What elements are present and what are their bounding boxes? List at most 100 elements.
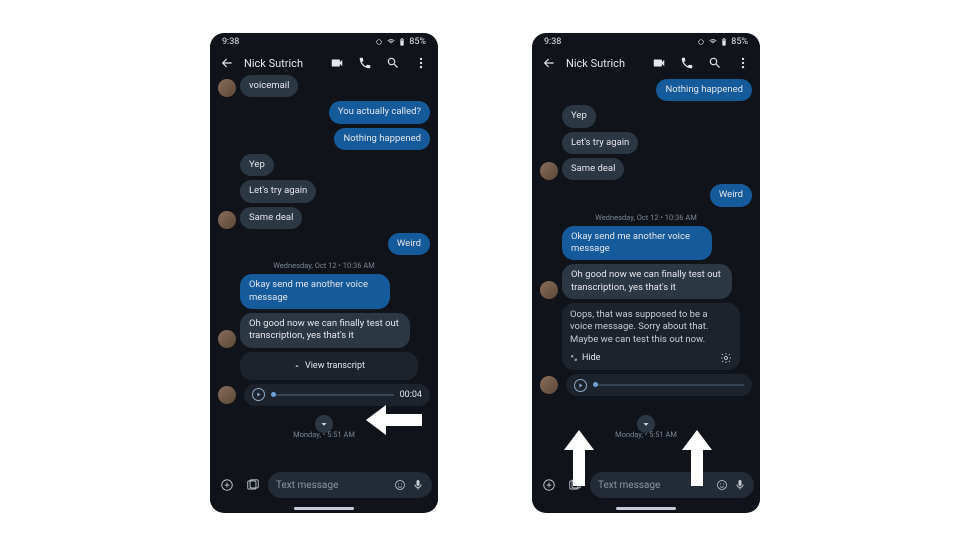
msg-row: Yep bbox=[562, 105, 752, 127]
battery-icon bbox=[399, 38, 405, 46]
composer: Text message bbox=[210, 467, 438, 503]
text-input[interactable]: Text message bbox=[268, 472, 432, 498]
hide-label: Hide bbox=[582, 353, 600, 363]
call-button[interactable] bbox=[354, 52, 376, 74]
bubble-sent[interactable]: Okay send me another voice message bbox=[240, 274, 390, 309]
arrow-down-icon bbox=[319, 419, 329, 429]
text-input[interactable]: Text message bbox=[590, 472, 754, 498]
phone-left: 9:38 85% Nick Sutrich voicemail bbox=[210, 33, 438, 513]
bubble-sent[interactable]: Weird bbox=[388, 233, 430, 255]
voice-msg[interactable]: 00:04 bbox=[244, 384, 430, 406]
voice-msg[interactable] bbox=[566, 374, 752, 396]
bubble-recv[interactable]: Oh good now we can finally test out tran… bbox=[240, 313, 410, 348]
view-transcript-label: View transcript bbox=[305, 361, 365, 371]
hide-transcript-button[interactable]: Hide bbox=[570, 353, 600, 363]
msg-row: Let's try again bbox=[240, 180, 430, 202]
mic-icon[interactable] bbox=[734, 479, 746, 491]
overflow-menu-button[interactable] bbox=[410, 52, 432, 74]
bubble-recv[interactable]: Same deal bbox=[240, 207, 302, 229]
avatar[interactable] bbox=[540, 281, 558, 299]
msg-row: Okay send me another voice message bbox=[240, 274, 430, 309]
search-button[interactable] bbox=[382, 52, 404, 74]
msg-row: Same deal bbox=[540, 158, 752, 180]
input-placeholder: Text message bbox=[276, 480, 338, 491]
clock: 9:38 bbox=[222, 37, 239, 47]
battery-pct: 85% bbox=[731, 37, 748, 47]
voice-msg-row bbox=[540, 374, 752, 396]
bubble-recv[interactable]: Let's try again bbox=[240, 180, 316, 202]
gear-icon bbox=[720, 352, 732, 364]
msg-row: voicemail bbox=[218, 75, 430, 97]
wifi-icon bbox=[387, 38, 395, 46]
timestamp: Wednesday, Oct 12 • 10:36 AM bbox=[218, 261, 430, 270]
bubble-sent[interactable]: You actually called? bbox=[329, 101, 430, 123]
play-button[interactable] bbox=[574, 379, 587, 392]
play-button[interactable] bbox=[252, 388, 265, 401]
add-button[interactable] bbox=[216, 474, 238, 496]
msg-row: Same deal bbox=[218, 207, 430, 229]
gallery-icon bbox=[246, 478, 260, 492]
theme-icon bbox=[697, 38, 705, 46]
video-call-button[interactable] bbox=[326, 52, 348, 74]
avatar[interactable] bbox=[540, 376, 558, 394]
view-transcript-button[interactable]: View transcript bbox=[248, 358, 410, 374]
call-button[interactable] bbox=[676, 52, 698, 74]
transcript-settings-button[interactable] bbox=[720, 352, 732, 364]
back-button[interactable] bbox=[216, 52, 238, 74]
avatar[interactable] bbox=[218, 79, 236, 97]
wifi-icon bbox=[709, 38, 717, 46]
mic-icon[interactable] bbox=[412, 479, 424, 491]
bubble-sent[interactable]: Nothing happened bbox=[656, 79, 752, 101]
contact-name[interactable]: Nick Sutrich bbox=[244, 57, 320, 70]
avatar[interactable] bbox=[218, 211, 236, 229]
collapse-icon bbox=[570, 354, 578, 362]
transcript-expanded: Oops, that was supposed to be a voice me… bbox=[562, 303, 740, 370]
bubble-recv[interactable]: Oh good now we can finally test out tran… bbox=[562, 264, 732, 299]
overflow-menu-button[interactable] bbox=[732, 52, 754, 74]
emoji-icon[interactable] bbox=[394, 479, 406, 491]
gallery-button[interactable] bbox=[242, 474, 264, 496]
emoji-icon[interactable] bbox=[716, 479, 728, 491]
bubble-recv[interactable]: voicemail bbox=[240, 75, 298, 97]
timestamp: Wednesday, Oct 12 • 10:36 AM bbox=[540, 213, 752, 222]
search-button[interactable] bbox=[704, 52, 726, 74]
annotation-arrow-left bbox=[366, 405, 422, 435]
battery-icon bbox=[721, 38, 727, 46]
contact-name[interactable]: Nick Sutrich bbox=[566, 57, 642, 70]
avatar[interactable] bbox=[218, 386, 236, 404]
annotation-arrow-up-right bbox=[682, 430, 712, 486]
bubble-recv[interactable]: Yep bbox=[240, 154, 274, 176]
msg-row: Oh good now we can finally test out tran… bbox=[540, 264, 752, 299]
status-icons: 85% bbox=[697, 37, 748, 47]
msg-row: Let's try again bbox=[562, 132, 752, 154]
bubble-recv[interactable]: Same deal bbox=[562, 158, 624, 180]
msg-row: Nothing happened bbox=[540, 79, 752, 101]
msg-row: Weird bbox=[218, 233, 430, 255]
msg-row: Okay send me another voice message bbox=[562, 226, 752, 261]
play-icon bbox=[577, 382, 584, 389]
plus-icon bbox=[220, 478, 234, 492]
msg-row: Oh good now we can finally test out tran… bbox=[218, 313, 430, 348]
titlebar: Nick Sutrich bbox=[532, 51, 760, 75]
bubble-recv[interactable]: Let's try again bbox=[562, 132, 638, 154]
play-icon bbox=[255, 391, 262, 398]
msg-row: Nothing happened bbox=[218, 128, 430, 150]
titlebar: Nick Sutrich bbox=[210, 51, 438, 75]
voice-track[interactable] bbox=[271, 394, 394, 396]
msg-row: Weird bbox=[540, 184, 752, 206]
bubble-sent[interactable]: Nothing happened bbox=[334, 128, 430, 150]
voice-track[interactable] bbox=[593, 384, 744, 386]
plus-icon bbox=[542, 478, 556, 492]
chat-area[interactable]: Nothing happened Yep Let's try again Sam… bbox=[532, 75, 760, 467]
video-call-button[interactable] bbox=[648, 52, 670, 74]
bubble-sent[interactable]: Weird bbox=[710, 184, 752, 206]
avatar[interactable] bbox=[540, 162, 558, 180]
bubble-recv[interactable]: Yep bbox=[562, 105, 596, 127]
bubble-sent[interactable]: Okay send me another voice message bbox=[562, 226, 712, 261]
annotation-arrow-up-left bbox=[564, 430, 594, 486]
add-button[interactable] bbox=[538, 474, 560, 496]
chevron-up-icon bbox=[293, 362, 301, 370]
avatar[interactable] bbox=[218, 330, 236, 348]
back-button[interactable] bbox=[538, 52, 560, 74]
msg-row: Yep bbox=[240, 154, 430, 176]
